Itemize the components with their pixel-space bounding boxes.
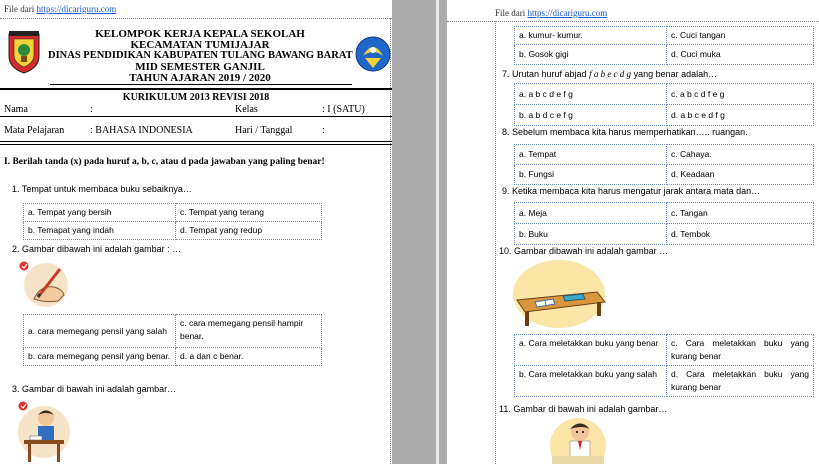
file-source-header-right: File dari https://dicariguru.com [495, 8, 607, 18]
info-rule-3 [0, 144, 392, 145]
question-6-options: a. kumur- kumur. c. Cuci tangan b. Gosok… [514, 26, 814, 65]
question-8-options: a. Tempat c. Cahaya. b. Fungsi d. Keadaa… [514, 144, 814, 185]
question-2-text: 2. Gambar dibawah ini adalah gambar : … [12, 244, 182, 254]
q10-option-b[interactable]: b. Cara meletakkan buku yang salah [514, 365, 667, 397]
header-prefix: File dari [4, 4, 35, 14]
q9-option-d[interactable]: d. Tembok [666, 223, 814, 245]
question-1-text: 1. Tempat untuk membaca buku sebaiknya… [12, 184, 192, 194]
question-9-options: a. Meja c. Tangan b. Buku d. Tembok [514, 202, 814, 245]
source-link-right[interactable]: https://dicariguru.com [528, 8, 608, 18]
mapel-label: Mata Pelajaran [4, 125, 65, 136]
q7-option-c[interactable]: c. a b c d f e g [666, 83, 814, 105]
question-7-text: 7. Urutan huruf abjad f a b e c d g yang… [502, 69, 717, 79]
q7-text-post: yang benar adalah… [631, 69, 718, 79]
header-divider-right [447, 21, 819, 22]
q1-option-d[interactable]: d. Tempat yang redup [175, 221, 322, 240]
question-1-options: a. Tempat yang bersih c. Tempat yang ter… [23, 203, 322, 240]
school-header-line3: DINAS PENDIDIKAN KABUPATEN TULANG BAWANG… [48, 50, 353, 61]
header-prefix-right: File dari [495, 8, 526, 18]
q10-option-a[interactable]: a. Cara meletakkan buku yang benar [514, 334, 667, 366]
nama-colon: : [90, 104, 93, 115]
q2-option-a[interactable]: a. cara memegang pensil yang salah [23, 314, 176, 348]
q1-option-b[interactable]: b. Temapat yang indah [23, 221, 176, 240]
hari-label: Hari / Tanggal [235, 125, 293, 136]
page-edge [436, 0, 439, 464]
q6-option-a[interactable]: a. kumur- kumur. [514, 26, 667, 45]
margin-guide-right [495, 21, 496, 464]
q2-option-c[interactable]: c. cara memegang pensil hampir benar. [175, 314, 322, 348]
school-logo [6, 30, 42, 74]
q9-option-b[interactable]: b. Buku [514, 223, 667, 245]
q1-option-a[interactable]: a. Tempat yang bersih [23, 203, 176, 222]
q2-option-b[interactable]: b. cara memegang pensil yang benar. [23, 347, 176, 366]
kelas-label: Kelas [235, 104, 258, 115]
q9-option-a[interactable]: a. Meja [514, 202, 667, 224]
q8-option-c[interactable]: c. Cahaya. [666, 144, 814, 165]
q8-option-d[interactable]: d. Keadaan [666, 164, 814, 185]
nama-label: Nama [4, 104, 28, 115]
q7-option-b[interactable]: b. a b d c e f g [514, 104, 667, 126]
tut-wuri-handayani-logo [355, 34, 391, 74]
question-9-text: 9. Ketika membaca kita harus mengatur ja… [502, 186, 761, 196]
school-header-line5: TAHUN AJARAN 2019 / 2020 [129, 72, 271, 84]
instruction-text: I. Berilah tanda (x) pada huruf a, b, c,… [4, 157, 325, 167]
child-writing-image [542, 416, 614, 464]
info-rule-2 [0, 141, 392, 142]
mapel-value: : BAHASA INDONESIA [90, 125, 193, 136]
child-reading-at-desk-image [16, 398, 70, 464]
question-8-text: 8. Sebelum membaca kita harus memperhati… [502, 127, 748, 137]
page-gutter [392, 0, 447, 464]
question-2-options: a. cara memegang pensil yang salah c. ca… [23, 314, 322, 366]
page-left: File dari https://dicariguru.com KELOMPO… [0, 0, 392, 464]
q6-option-b[interactable]: b. Gosok gigi [514, 44, 667, 65]
question-7-options: a. a b c d e f g c. a b c d f e g b. a b… [514, 83, 814, 126]
books-on-table-image [509, 258, 609, 330]
q10-option-d[interactable]: d. Cara meletakkan buku yang kurang bena… [666, 365, 814, 397]
file-source-header: File dari https://dicariguru.com [4, 4, 116, 14]
q10-option-c[interactable]: c. Cara meletakkan buku yang kurang bena… [666, 334, 814, 366]
q8-option-b[interactable]: b. Fungsi [514, 164, 667, 185]
source-link[interactable]: https://dicariguru.com [37, 4, 117, 14]
q8-option-a[interactable]: a. Tempat [514, 144, 667, 165]
q2-option-d[interactable]: d. a dan c benar. [175, 347, 322, 366]
question-10-options: a. Cara meletakkan buku yang benar c. Ca… [514, 334, 814, 397]
q7-option-a[interactable]: a. a b c d e f g [514, 83, 667, 105]
question-11-text: 11. Gambar di bawah ini adalah gambar… [499, 404, 668, 414]
q7-text-pre: 7. Urutan huruf abjad [502, 69, 590, 79]
q1-option-c[interactable]: c. Tempat yang terang [175, 203, 322, 222]
q6-option-c[interactable]: c. Cuci tangan [666, 26, 814, 45]
q7-text-letters: f a b e c d g [589, 69, 632, 79]
question-3-text: 3. Gambar di bawah ini adalah gambar… [12, 384, 177, 394]
header-rule-thin [50, 84, 352, 85]
q6-option-d[interactable]: d. Cuci muka [666, 44, 814, 65]
margin-guide [390, 18, 391, 464]
header-divider [0, 18, 392, 19]
page-right: File dari https://dicariguru.com a. kumu… [447, 0, 819, 464]
info-rule-1 [0, 116, 392, 117]
q7-option-d[interactable]: d. a b c e d f g [666, 104, 814, 126]
curriculum-title: KURIKULUM 2013 REVISI 2018 [122, 92, 270, 103]
hari-colon: : [322, 125, 325, 136]
q9-option-c[interactable]: c. Tangan [666, 202, 814, 224]
kelas-value: : I (SATU) [322, 104, 365, 115]
hand-holding-pencil-image [18, 259, 70, 307]
header-rule-thick [0, 88, 392, 90]
question-10-text: 10. Gambar dibawah ini adalah gambar … [499, 246, 669, 256]
